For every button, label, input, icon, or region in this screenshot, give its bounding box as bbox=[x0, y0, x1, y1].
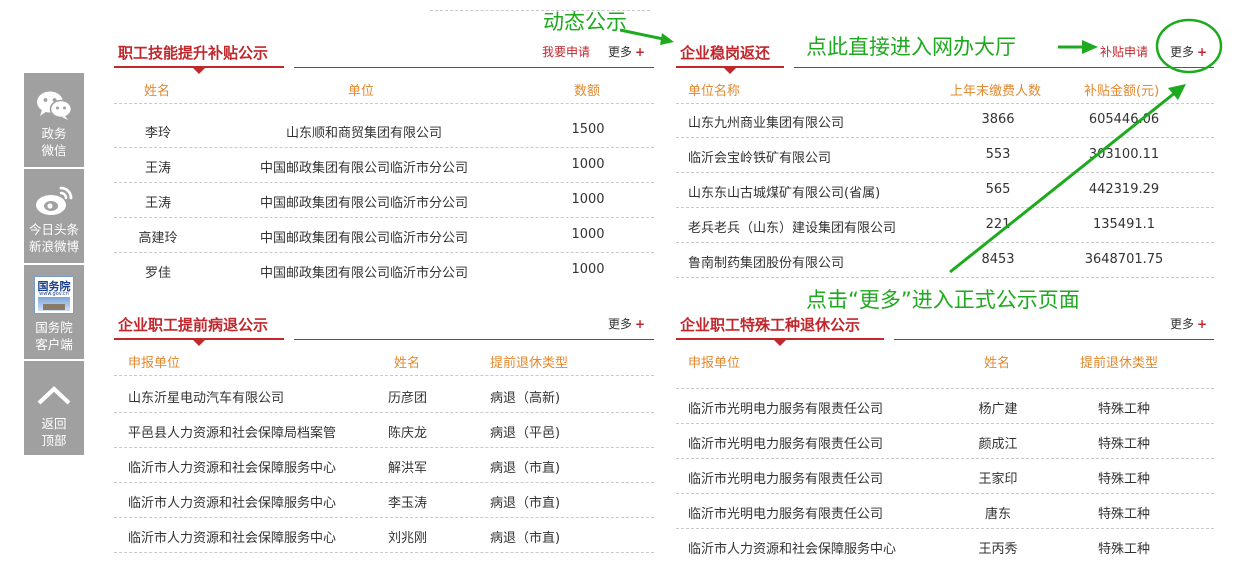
table-row[interactable]: 山东沂星电动汽车有限公司 历彦团 病退（高新) bbox=[114, 378, 654, 413]
illness-header-unit: 申报单位 bbox=[128, 356, 181, 371]
table-row[interactable]: 临沂市光明电力服务有限责任公司 唐东 特殊工种 bbox=[676, 494, 1214, 529]
stable-header-amount: 补贴金额(元) bbox=[1084, 84, 1160, 99]
panel-skill-subsidy-header: 职工技能提升补贴公示 我要申请 更多 + bbox=[114, 40, 654, 74]
stable-apply-link[interactable]: 补贴申请 bbox=[1100, 43, 1148, 60]
skill-header-name: 姓名 bbox=[144, 84, 171, 99]
table-row[interactable]: 临沂市人力资源和社会保障服务中心 刘兆刚 病退（市直) bbox=[114, 518, 654, 553]
skill-apply-link[interactable]: 我要申请 bbox=[542, 43, 590, 60]
illness-more-link[interactable]: 更多 + bbox=[608, 315, 645, 332]
special-header-name: 姓名 bbox=[984, 356, 1011, 371]
skill-header-unit: 单位 bbox=[348, 84, 375, 99]
annotation-more-hint: 点击“更多”进入正式公示页面 bbox=[806, 288, 1080, 312]
stable-header-headcount: 上年末缴费人数 bbox=[950, 84, 1042, 99]
wechat-icon bbox=[34, 87, 74, 123]
table-row[interactable]: 临沂市人力资源和社会保障服务中心 王丙秀 特殊工种 bbox=[676, 529, 1214, 564]
panel-special-retirement-title: 企业职工特殊工种退休公示 bbox=[680, 316, 861, 334]
weibo-icon bbox=[34, 183, 74, 219]
float-sidebar: 政务 微信 今日头条 新浪微博 国务院 www.gov.cn 国务院 客户端 返… bbox=[24, 73, 84, 457]
table-row[interactable]: 王涛 中国邮政集团有限公司临沂市分公司 1000 bbox=[114, 183, 654, 218]
gov-client-icon: 国务院 www.gov.cn bbox=[34, 275, 74, 315]
stable-more-link[interactable]: 更多 + bbox=[1170, 43, 1207, 60]
skill-header-amount: 数额 bbox=[574, 84, 601, 99]
panel-illness-retirement-header: 企业职工提前病退公示 更多 + bbox=[114, 312, 654, 346]
panel-skill-subsidy-title: 职工技能提升补贴公示 bbox=[118, 44, 269, 62]
sidebar-back-to-top[interactable]: 返回 顶部 bbox=[24, 361, 84, 455]
table-row[interactable]: 山东东山古城煤矿有限公司(省属) 565 442319.29 bbox=[676, 173, 1214, 208]
annotation-dynamic-notice: 动态公示 bbox=[543, 10, 627, 34]
panel-special-retirement: 企业职工特殊工种退休公示 更多 + 申报单位 姓名 提前退休类型 临沂市光明电力服… bbox=[676, 312, 1214, 562]
panel-stable-refund: 企业稳岗返还 补贴申请 更多 + 单位名称 上年末缴费人数 补贴金额(元) 山东九… bbox=[676, 40, 1214, 300]
sidebar-weibo[interactable]: 今日头条 新浪微博 bbox=[24, 169, 84, 263]
special-header-type: 提前退休类型 bbox=[1080, 356, 1159, 371]
panel-illness-retirement-title: 企业职工提前病退公示 bbox=[118, 316, 269, 334]
annotation-direct-entry: 点此直接进入网办大厅 bbox=[806, 35, 1016, 59]
table-row[interactable]: 临沂会宝岭铁矿有限公司 553 303100.11 bbox=[676, 138, 1214, 173]
panel-stable-refund-title: 企业稳岗返还 bbox=[680, 44, 771, 62]
special-more-link[interactable]: 更多 + bbox=[1170, 315, 1207, 332]
table-row[interactable]: 临沂市人力资源和社会保障服务中心 李玉涛 病退（市直) bbox=[114, 483, 654, 518]
table-row[interactable]: 李玲 山东顺和商贸集团有限公司 1500 bbox=[114, 113, 654, 148]
table-row[interactable]: 老兵老兵（山东）建设集团有限公司 221 135491.1 bbox=[676, 208, 1214, 243]
skill-table-header: 姓名 单位 数额 bbox=[114, 76, 654, 104]
stable-header-company: 单位名称 bbox=[688, 84, 741, 99]
stable-table-header: 单位名称 上年末缴费人数 补贴金额(元) bbox=[676, 76, 1214, 104]
sidebar-gov-client-label: 国务院 客户端 bbox=[35, 320, 73, 352]
illness-table-header: 申报单位 姓名 提前退休类型 bbox=[114, 348, 654, 376]
table-row[interactable]: 鲁南制药集团股份有限公司 8453 3648701.75 bbox=[676, 243, 1214, 278]
chevron-up-icon bbox=[34, 377, 74, 413]
sidebar-gov-client[interactable]: 国务院 www.gov.cn 国务院 客户端 bbox=[24, 265, 84, 359]
table-row[interactable]: 罗佳 中国邮政集团有限公司临沂市分公司 1000 bbox=[114, 253, 654, 288]
panel-skill-subsidy: 职工技能提升补贴公示 我要申请 更多 + 姓名 单位 数额 李玲 山东顺和商贸集团… bbox=[114, 40, 654, 300]
sidebar-weibo-label: 今日头条 新浪微博 bbox=[28, 222, 79, 254]
sidebar-wechat[interactable]: 政务 微信 bbox=[24, 73, 84, 167]
illness-header-type: 提前退休类型 bbox=[490, 356, 569, 371]
panel-illness-retirement: 企业职工提前病退公示 更多 + 申报单位 姓名 提前退休类型 山东沂星电动汽车有限… bbox=[114, 312, 654, 562]
table-row[interactable]: 高建玲 中国邮政集团有限公司临沂市分公司 1000 bbox=[114, 218, 654, 253]
special-header-unit: 申报单位 bbox=[688, 356, 741, 371]
table-row[interactable]: 临沂市光明电力服务有限责任公司 颜成江 特殊工种 bbox=[676, 424, 1214, 459]
sidebar-wechat-label: 政务 微信 bbox=[41, 126, 67, 158]
table-row[interactable]: 临沂市光明电力服务有限责任公司 王家印 特殊工种 bbox=[676, 459, 1214, 494]
table-row[interactable]: 临沂市光明电力服务有限责任公司 杨广建 特殊工种 bbox=[676, 389, 1214, 424]
table-row[interactable]: 王涛 中国邮政集团有限公司临沂市分公司 1000 bbox=[114, 148, 654, 183]
skill-more-link[interactable]: 更多 + bbox=[608, 43, 645, 60]
table-row[interactable]: 临沂市人力资源和社会保障服务中心 解洪军 病退（市直) bbox=[114, 448, 654, 483]
panel-special-retirement-header: 企业职工特殊工种退休公示 更多 + bbox=[676, 312, 1214, 346]
table-row[interactable]: 平邑县人力资源和社会保障局档案管 陈庆龙 病退（平邑) bbox=[114, 413, 654, 448]
table-row[interactable]: 山东九州商业集团有限公司 3866 605446.06 bbox=[676, 103, 1214, 138]
illness-header-name: 姓名 bbox=[394, 356, 421, 371]
sidebar-back-to-top-label: 返回 顶部 bbox=[41, 416, 67, 448]
special-table-header: 申报单位 姓名 提前退休类型 bbox=[676, 348, 1214, 376]
